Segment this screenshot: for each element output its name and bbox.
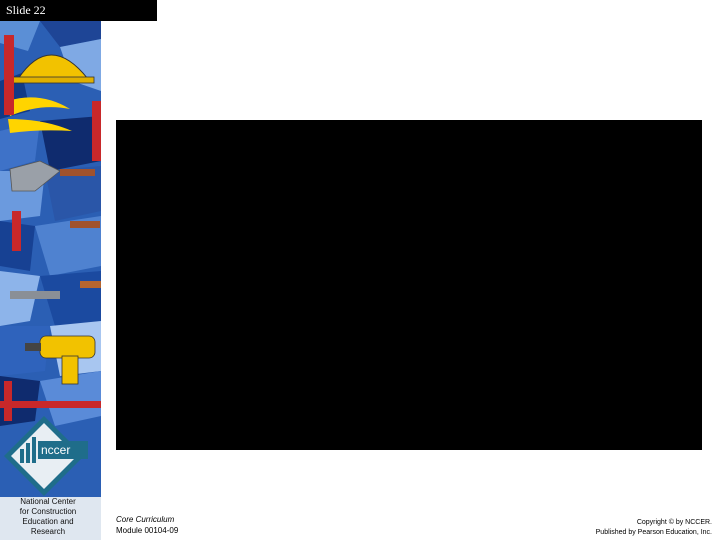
- copyright-line: Copyright © by NCCER.: [636, 519, 712, 526]
- video-placeholder[interactable]: [116, 120, 702, 450]
- org-line: Education and: [22, 517, 74, 526]
- org-line: for Construction: [19, 507, 77, 516]
- org-line: Research: [30, 527, 66, 536]
- footer-course-info: Core Curriculum Module 00104-09: [116, 514, 178, 536]
- module-number: Module 00104-09: [116, 526, 179, 535]
- footer-copyright: Copyright © by NCCER. Published by Pears…: [596, 518, 712, 538]
- course-name: Core Curriculum: [116, 515, 175, 524]
- nccer-logo-text: nccer: [41, 443, 70, 457]
- publisher-line: Published by Pearson Education, Inc.: [595, 529, 712, 536]
- slide-number-label: Slide 22: [0, 0, 157, 21]
- organization-name: National Center for Construction Educati…: [0, 497, 96, 537]
- org-line: National Center: [20, 497, 76, 506]
- tool-mosaic-image: nccer: [0, 21, 101, 540]
